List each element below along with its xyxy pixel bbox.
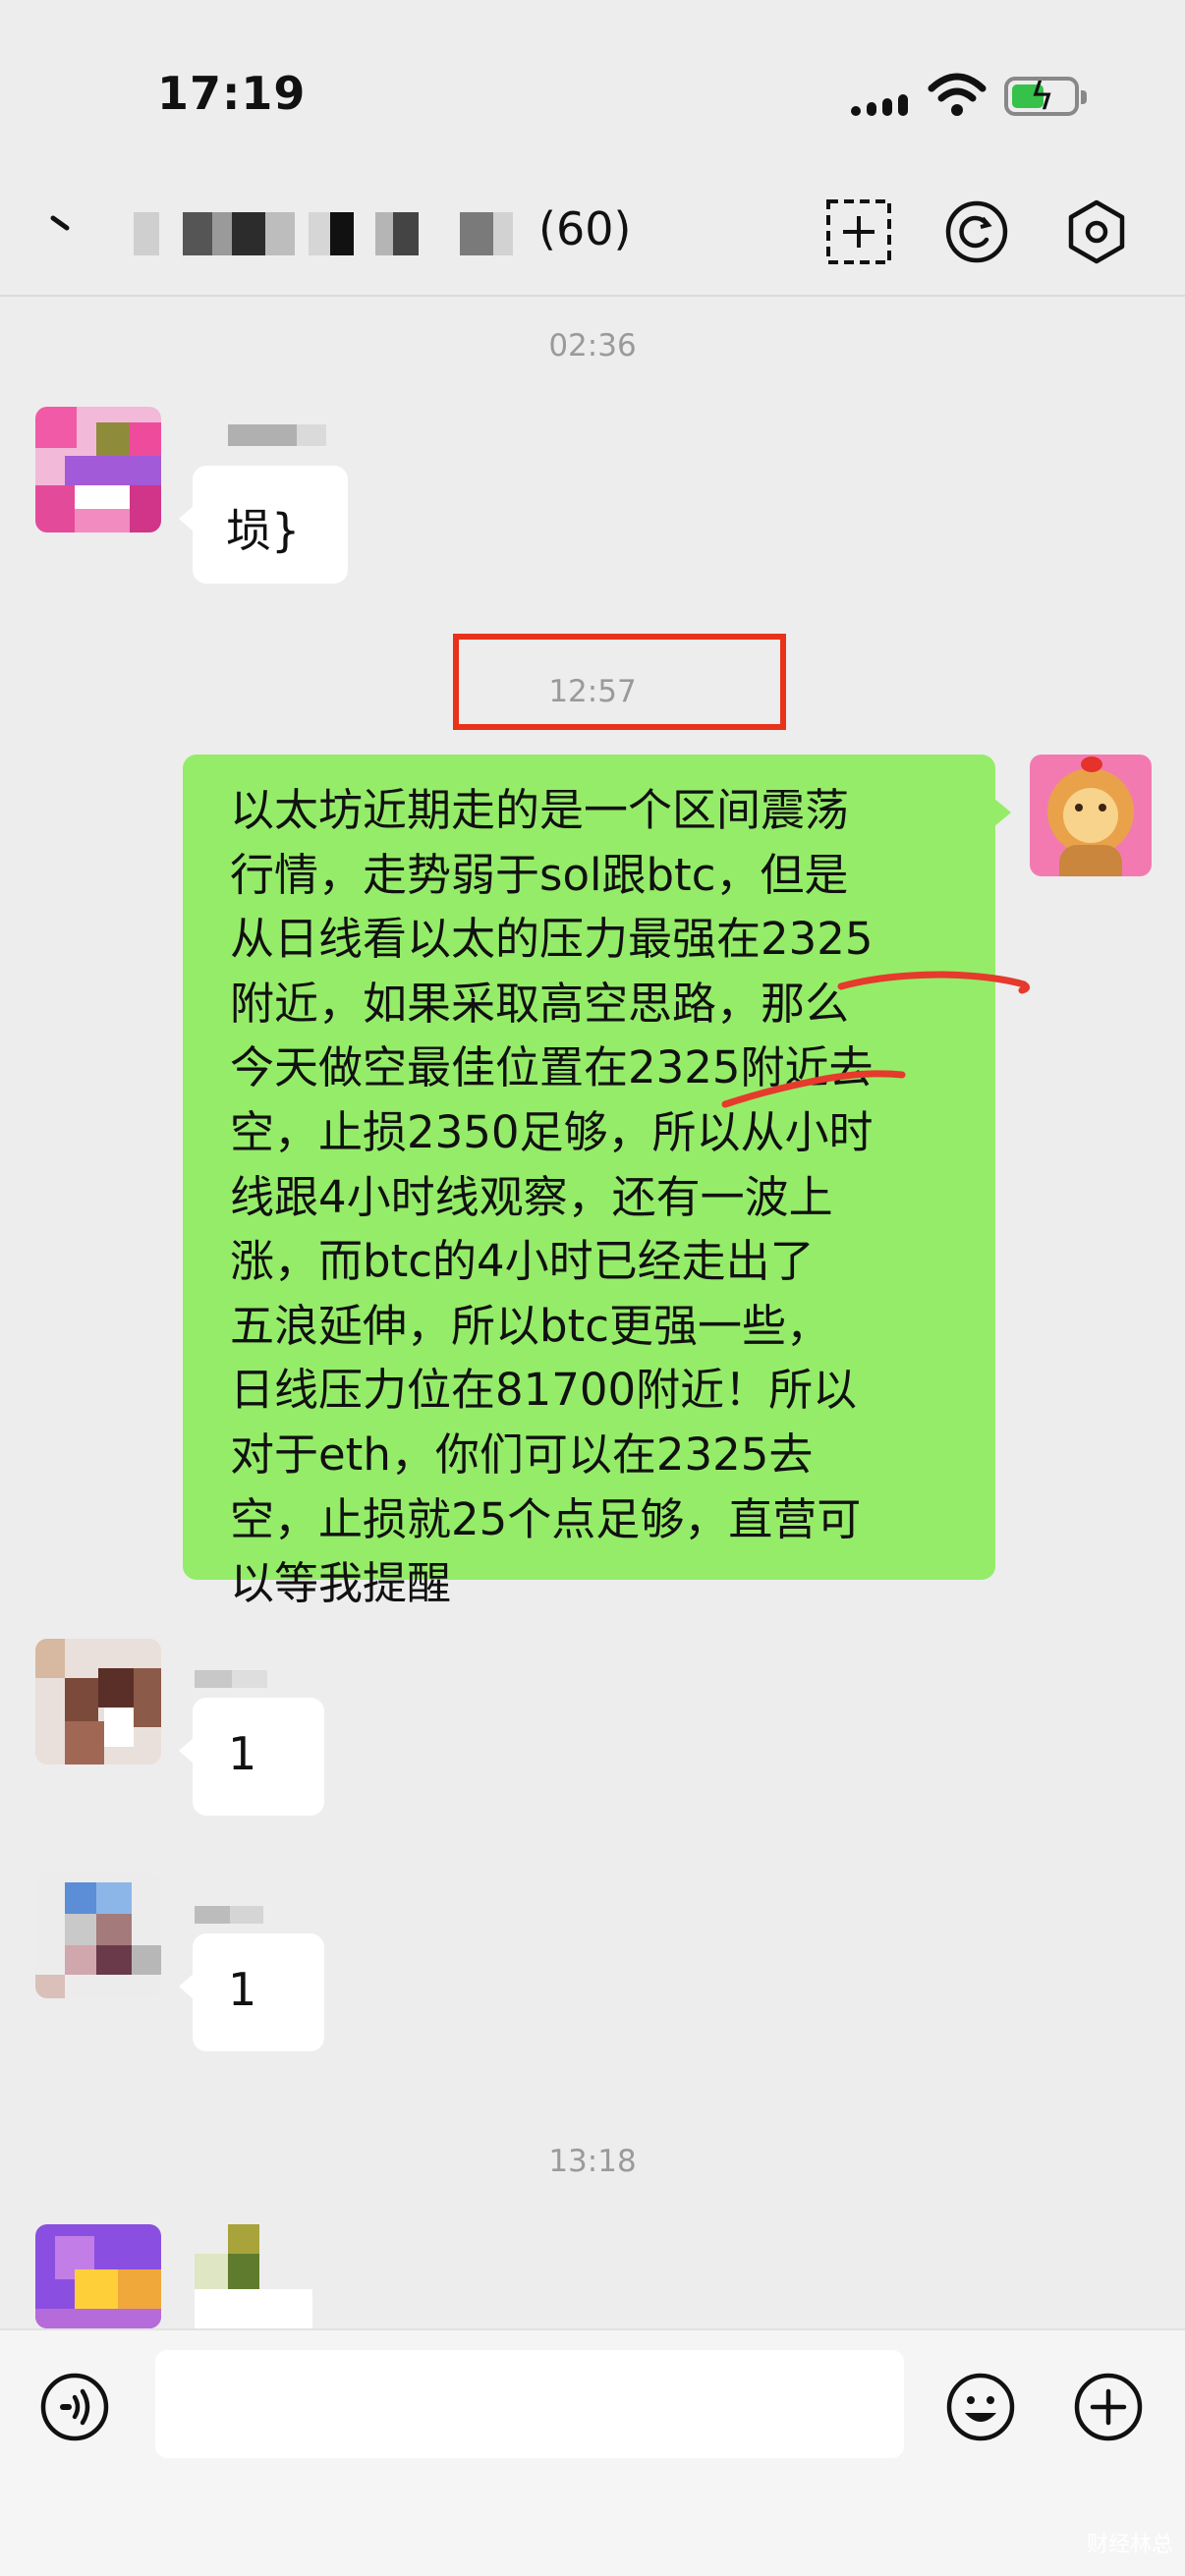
- message-text: 1: [228, 1727, 257, 1780]
- member-count: (60): [538, 202, 632, 255]
- avatar[interactable]: [35, 2224, 161, 2328]
- group-name-pixelated: [134, 212, 527, 255]
- message-bubble[interactable]: 1: [179, 1933, 324, 2051]
- battery-icon: ϟ: [1004, 77, 1087, 116]
- sender-name-pixelated: [195, 1670, 267, 1692]
- timestamp: 13:18: [548, 2144, 637, 2179]
- add-member-icon[interactable]: [823, 196, 894, 267]
- message-bubble-outgoing[interactable]: 以太坊近期走的是一个区间震荡 行情，走势弱于sol跟btc，但是 从日线看以太的…: [183, 755, 1011, 1609]
- message-input[interactable]: [155, 2350, 904, 2458]
- message-bubble[interactable]: 埙}: [179, 466, 348, 584]
- timestamp: 02:36: [548, 328, 637, 364]
- back-icon[interactable]: [47, 206, 86, 246]
- avatar[interactable]: [35, 1873, 161, 1998]
- message-text: 以太坊近期走的是一个区间震荡 行情，走势弱于sol跟btc，但是 从日线看以太的…: [230, 784, 874, 1610]
- wifi-icon: [928, 73, 987, 116]
- watermark: 财经林总: [1086, 2533, 1173, 2557]
- plus-icon[interactable]: [1073, 2372, 1144, 2442]
- header-divider: [0, 295, 1185, 297]
- avatar[interactable]: [1030, 755, 1152, 876]
- cellular-signal-icon: [851, 94, 910, 116]
- avatar[interactable]: [35, 407, 161, 532]
- sender-name-pixelated: [195, 1906, 263, 1928]
- message-text: 埙}: [226, 504, 301, 557]
- voice-icon[interactable]: [39, 2372, 110, 2442]
- refresh-icon[interactable]: [941, 196, 1012, 267]
- settings-icon[interactable]: [1061, 196, 1132, 267]
- message-text: 1: [228, 1963, 257, 2016]
- emoji-icon[interactable]: [945, 2372, 1016, 2442]
- sender-name-pixelated: [228, 424, 326, 446]
- timestamp: 12:57: [548, 674, 637, 709]
- status-time: 17:19: [157, 67, 307, 120]
- sender-name-pixelated: [195, 2224, 312, 2328]
- message-bubble[interactable]: 1: [179, 1698, 324, 1816]
- avatar[interactable]: [35, 1639, 161, 1764]
